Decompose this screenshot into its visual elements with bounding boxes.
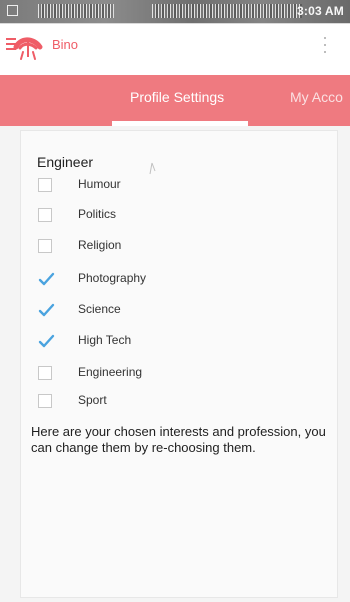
sim-card-icon <box>7 5 18 16</box>
scan-mark-icon <box>149 162 156 175</box>
status-time: 3:03 AM <box>297 4 344 18</box>
checkbox-religion[interactable] <box>38 239 52 253</box>
more-vertical-icon[interactable] <box>324 37 328 59</box>
tab-profile-settings[interactable]: Profile Settings <box>130 89 224 105</box>
profession-label: Engineer <box>37 154 94 170</box>
checkbox-humour[interactable] <box>38 178 52 192</box>
interest-label-photography: Photography <box>78 271 147 285</box>
interest-row-engineering[interactable]: Engineering <box>38 364 298 386</box>
interest-label-high-tech: High Tech <box>78 333 132 347</box>
checkmark-icon <box>38 272 55 286</box>
checkbox-photography-checked[interactable] <box>38 272 55 286</box>
interest-row-religion[interactable]: Religion <box>38 237 298 259</box>
checkbox-sport[interactable] <box>38 394 52 408</box>
interest-row-photography[interactable]: Photography <box>38 270 298 292</box>
interest-row-humour[interactable]: Humour <box>38 176 298 198</box>
app-bar: Bino <box>0 24 350 75</box>
bino-logo-icon <box>13 37 43 60</box>
profile-settings-panel: Engineer Humour Politics Religion Photog… <box>20 130 338 598</box>
interest-row-sport[interactable]: Sport <box>38 392 298 414</box>
interests-help-text: Here are your chosen interests and profe… <box>31 424 326 455</box>
interest-label-science: Science <box>78 302 121 316</box>
interest-row-politics[interactable]: Politics <box>38 206 298 228</box>
tab-bar: Profile Settings My Acco <box>0 75 350 126</box>
checkbox-engineering[interactable] <box>38 366 52 380</box>
checkmark-icon <box>38 303 55 317</box>
status-bar: 3:03 AM <box>0 0 350 24</box>
checkbox-science-checked[interactable] <box>38 303 55 317</box>
app-brand[interactable]: Bino <box>52 37 78 52</box>
tab-my-account[interactable]: My Acco <box>290 89 343 105</box>
interest-row-high-tech[interactable]: High Tech <box>38 332 298 354</box>
interest-label-politics: Politics <box>78 207 117 221</box>
checkbox-high-tech-checked[interactable] <box>38 334 55 348</box>
selected-tab-indicator <box>112 121 248 126</box>
interest-label-engineering: Engineering <box>78 365 143 379</box>
checkmark-icon <box>38 334 55 348</box>
interest-row-science[interactable]: Science <box>38 301 298 323</box>
status-noise-bar <box>38 4 114 18</box>
interest-label-religion: Religion <box>78 238 122 252</box>
interest-label-humour: Humour <box>78 177 121 191</box>
checkbox-politics[interactable] <box>38 208 52 222</box>
status-noise-bar <box>152 4 302 18</box>
interest-label-sport: Sport <box>78 393 107 407</box>
